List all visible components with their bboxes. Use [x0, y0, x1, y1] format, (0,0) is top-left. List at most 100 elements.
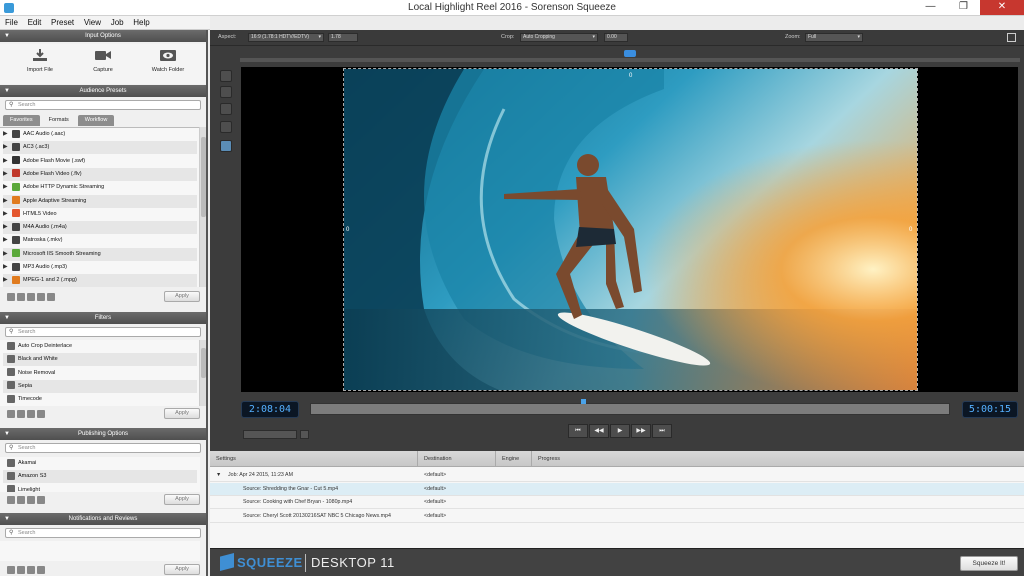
- maximize-button[interactable]: ❐: [950, 0, 977, 15]
- zoom-out-icon[interactable]: [220, 103, 232, 115]
- remove-publish-button[interactable]: [17, 496, 25, 504]
- preset-item[interactable]: ▶ MPEG-1 and 2 (.mpg): [3, 274, 197, 288]
- queue-source-row[interactable]: Source: Shredding the Gnar - Cut 5.mp4 <d…: [210, 482, 1024, 496]
- remove-preset-button[interactable]: [17, 293, 25, 301]
- filter-item[interactable]: Auto Crop Deinterlace: [3, 340, 197, 353]
- column-progress[interactable]: Progress: [532, 451, 1024, 467]
- crop-dropdown[interactable]: Auto Cropping ▾: [520, 33, 598, 42]
- preset-item[interactable]: ▶ Adobe Flash Movie (.swf): [3, 155, 197, 168]
- minimize-button[interactable]: —: [917, 0, 944, 15]
- expand-arrow-icon[interactable]: ▶: [3, 128, 12, 141]
- publish-item[interactable]: Limelight: [3, 484, 197, 492]
- watch-folder-button[interactable]: Watch Folder: [148, 48, 188, 73]
- detach-window-icon[interactable]: [1007, 33, 1016, 42]
- menu-help[interactable]: Help: [128, 16, 152, 27]
- zoom-in-icon[interactable]: [220, 86, 232, 98]
- expand-arrow-icon[interactable]: ▼: [216, 469, 221, 482]
- preset-item[interactable]: ▶ Adobe Flash Video (.flv): [3, 167, 197, 181]
- expand-arrow-icon[interactable]: ▶: [3, 181, 12, 194]
- add-filter-button[interactable]: [7, 410, 15, 418]
- go-to-start-button[interactable]: ⏮: [568, 424, 588, 438]
- preset-item[interactable]: ▶ HTML5 Video: [3, 208, 197, 221]
- menu-preset[interactable]: Preset: [46, 16, 77, 27]
- remove-filter-button[interactable]: [17, 410, 25, 418]
- publishing-search-input[interactable]: ⚲ Search: [5, 443, 201, 453]
- duplicate-preset-button[interactable]: [27, 293, 35, 301]
- notifications-apply-button[interactable]: Apply: [164, 564, 200, 575]
- crop-ruler[interactable]: [240, 58, 1020, 62]
- timeline-scrubber[interactable]: [310, 399, 950, 415]
- add-marker-button[interactable]: [300, 430, 309, 439]
- squeeze-it-button[interactable]: Squeeze It!: [960, 556, 1018, 571]
- remove-notification-button[interactable]: [17, 566, 25, 574]
- capture-button[interactable]: Capture: [83, 48, 123, 73]
- edit-publish-button[interactable]: [37, 496, 45, 504]
- expand-arrow-icon[interactable]: ▶: [3, 155, 12, 168]
- expand-arrow-icon[interactable]: ▶: [3, 208, 12, 221]
- zoom-dropdown[interactable]: Full ▾: [805, 33, 863, 42]
- format-list-scrollbar[interactable]: [199, 127, 206, 287]
- fast-forward-button[interactable]: ▶▶: [631, 424, 651, 438]
- expand-arrow-icon[interactable]: ▶: [3, 261, 12, 274]
- menu-file[interactable]: File: [0, 16, 21, 27]
- expand-arrow-icon[interactable]: ▶: [3, 234, 12, 247]
- input-options-header[interactable]: ▼ Input Options: [0, 30, 206, 42]
- edit-filter-button[interactable]: [37, 410, 45, 418]
- out-point-timecode[interactable]: 5:00:15: [962, 401, 1018, 418]
- playhead-icon[interactable]: [581, 399, 586, 404]
- play-button[interactable]: ▶: [610, 424, 630, 438]
- filter-item[interactable]: Black and White: [3, 353, 197, 367]
- queue-job-row[interactable]: ▼ Job: Apr 24 2015, 11:23 AM <default>: [210, 469, 1024, 482]
- column-engine[interactable]: Engine: [496, 451, 532, 467]
- video-frame[interactable]: 0 0 0: [343, 68, 918, 391]
- export-preset-button[interactable]: [47, 293, 55, 301]
- filter-list-scrollbar[interactable]: [199, 340, 206, 406]
- preset-item[interactable]: ▶ Matroska (.mkv): [3, 234, 197, 247]
- hand-tool-icon[interactable]: [220, 140, 232, 152]
- column-settings[interactable]: Settings: [210, 451, 418, 467]
- preset-item[interactable]: ▶ AC3 (.ac3): [3, 141, 197, 155]
- publish-item[interactable]: Akamai: [3, 457, 197, 470]
- expand-arrow-icon[interactable]: ▶: [3, 221, 12, 234]
- add-preset-button[interactable]: [7, 293, 15, 301]
- preset-item[interactable]: ▶ AAC Audio (.aac): [3, 128, 197, 141]
- expand-arrow-icon[interactable]: ▶: [3, 248, 12, 261]
- filters-header[interactable]: ▼ Filters: [0, 312, 206, 324]
- expand-arrow-icon[interactable]: ▶: [3, 168, 12, 181]
- publishing-apply-button[interactable]: Apply: [164, 494, 200, 505]
- menu-job[interactable]: Job: [106, 16, 127, 27]
- preset-item[interactable]: ▶ Microsoft IIS Smooth Streaming: [3, 247, 197, 261]
- close-button[interactable]: ✕: [980, 0, 1024, 15]
- presets-apply-button[interactable]: Apply: [164, 291, 200, 302]
- aspect-dropdown[interactable]: 16:9 (1.78:1 HDTV/EDTV) ▾: [248, 33, 324, 42]
- import-file-button[interactable]: Import File: [20, 48, 60, 73]
- go-to-end-button[interactable]: ⏭: [652, 424, 672, 438]
- notifications-search-input[interactable]: ⚲ Search: [5, 528, 201, 538]
- notifications-header[interactable]: ▼ Notifications and Reviews: [0, 513, 206, 525]
- preset-item[interactable]: ▶ Apple Adaptive Streaming: [3, 194, 197, 208]
- aspect-ratio-field[interactable]: 1.78: [328, 33, 358, 42]
- marker-dropdown[interactable]: [243, 430, 297, 439]
- filter-item[interactable]: Timecode: [3, 393, 197, 406]
- tab-workflow[interactable]: Workflow: [77, 115, 115, 126]
- preset-item[interactable]: ▶ MP3 Audio (.mp3): [3, 261, 197, 274]
- duplicate-publish-button[interactable]: [27, 496, 35, 504]
- column-destination[interactable]: Destination: [418, 451, 496, 467]
- menu-edit[interactable]: Edit: [23, 16, 45, 27]
- tab-formats[interactable]: Formats: [41, 115, 76, 126]
- edit-preset-button[interactable]: [37, 293, 45, 301]
- crop-amount-field[interactable]: 0.00: [604, 33, 628, 42]
- edit-notification-button[interactable]: [37, 566, 45, 574]
- publish-item[interactable]: Amazon S3: [3, 470, 197, 484]
- queue-source-row[interactable]: Source: Cooking with Chef Bryan - 1080p.…: [210, 496, 1024, 509]
- in-point-timecode[interactable]: 2:08:04: [241, 401, 299, 418]
- select-tool-icon[interactable]: [220, 70, 232, 82]
- crop-tool-icon[interactable]: [220, 121, 232, 133]
- publishing-header[interactable]: ▼ Publishing Options: [0, 428, 206, 440]
- audience-search-input[interactable]: ⚲ Search: [5, 100, 201, 110]
- rewind-button[interactable]: ◀◀: [589, 424, 609, 438]
- filters-apply-button[interactable]: Apply: [164, 408, 200, 419]
- queue-source-row[interactable]: Source: Cheryl Scott 20130216SAT NBC 5 C…: [210, 510, 1024, 523]
- add-publish-button[interactable]: [7, 496, 15, 504]
- preset-item[interactable]: ▶ M4A Audio (.m4a): [3, 221, 197, 235]
